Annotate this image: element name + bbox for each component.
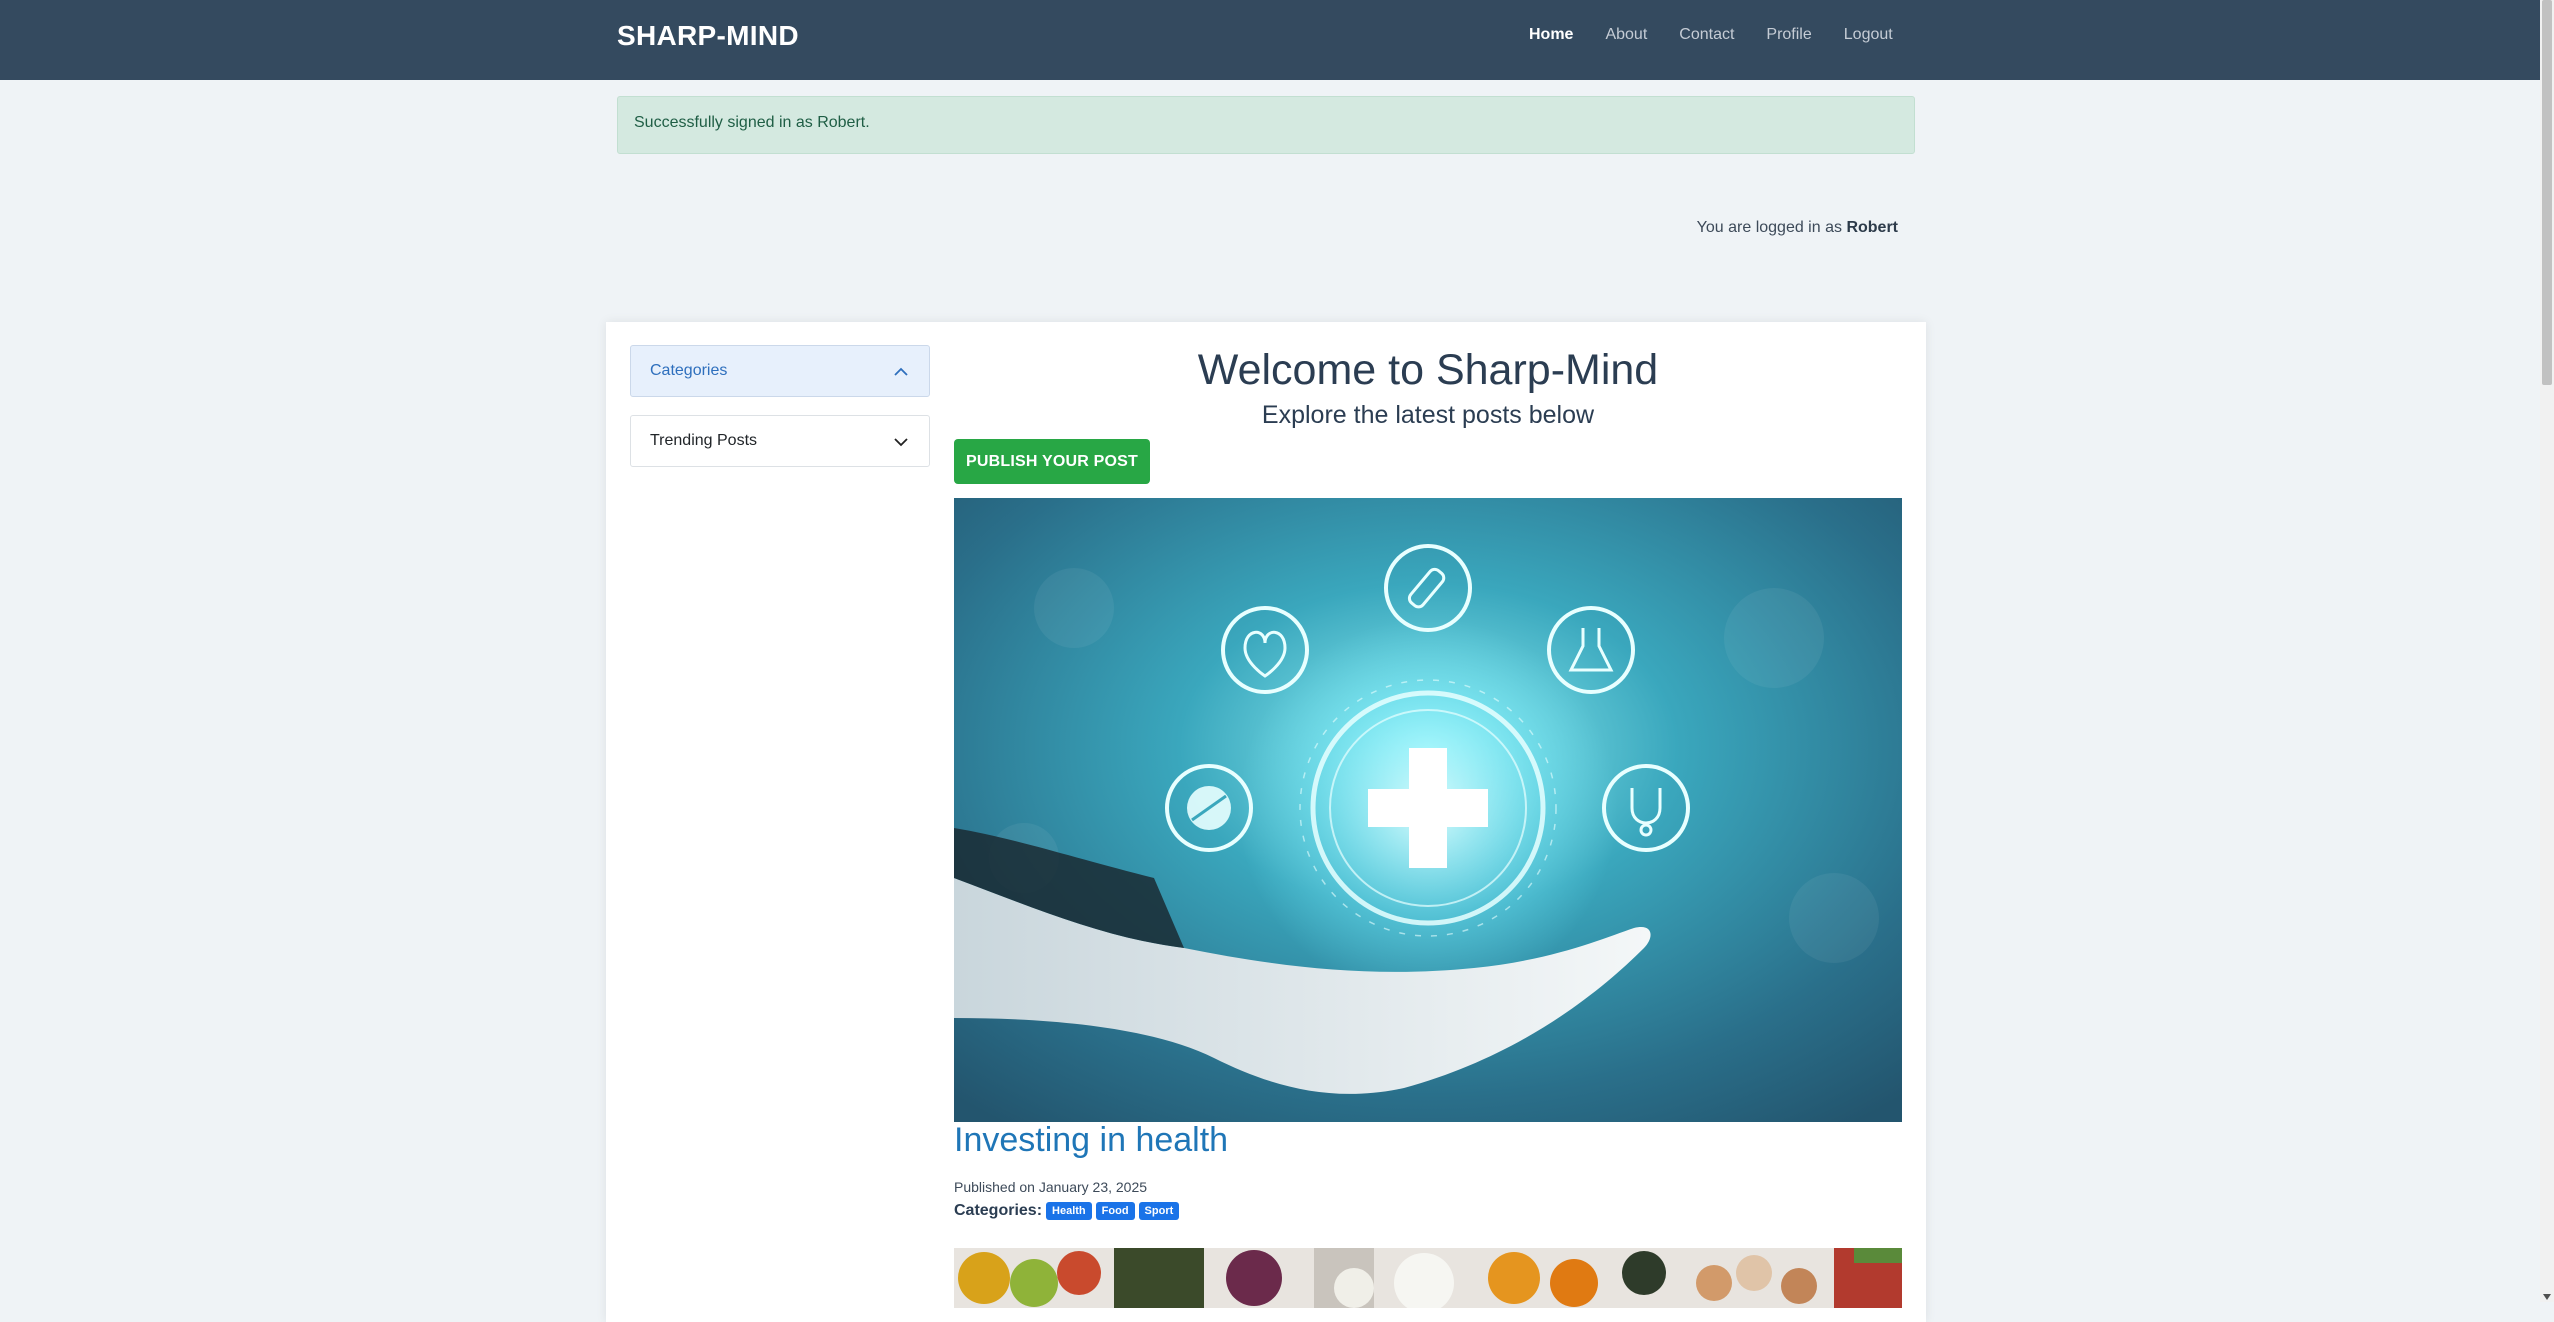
scroll-down-arrow-icon[interactable] [2543,1294,2551,1300]
nav-home-link[interactable]: Home [1529,26,1573,44]
login-status: You are logged in as Robert [1697,219,1898,237]
top-navbar: SHARP-MIND Home About Contact Profile Lo… [0,0,2540,80]
page-title: Welcome to Sharp-Mind [1197,346,1659,394]
category-badge-sport[interactable]: Sport [1138,1202,1180,1220]
page-subtitle: Explore the latest posts below [1261,401,1595,429]
post-categories: Categories: Health Food Sport [954,1202,1180,1220]
post-food-image[interactable] [954,1248,1902,1308]
sidebar-item-trending-posts[interactable]: Trending Posts [630,415,930,467]
scrollbar-thumb[interactable] [2542,0,2552,385]
category-badge-health[interactable]: Health [1046,1202,1092,1220]
main-nav: Home About Contact Profile Logout [1529,26,1925,44]
main-content: Welcome to Sharp-Mind Explore the latest… [954,322,1902,1308]
sidebar-item-label: Categories [650,362,728,379]
chevron-down-icon [894,438,908,447]
sidebar-item-categories[interactable]: Categories [630,345,930,397]
alert-message: Successfully signed in as Robert. [634,114,870,131]
sidebar-item-label: Trending Posts [650,432,758,449]
chevron-up-icon [894,367,908,376]
nav-profile-link[interactable]: Profile [1766,26,1811,44]
brand-logo[interactable]: SHARP-MIND [617,20,799,52]
post-categories-label: Categories: [954,1202,1043,1219]
post-date: Published on January 23, 2025 [954,1179,1148,1195]
nav-about-link[interactable]: About [1605,26,1647,44]
post-title-link[interactable]: Investing in health [954,1121,1228,1160]
nav-logout-link[interactable]: Logout [1844,26,1893,44]
login-status-prefix: You are logged in as [1696,219,1842,236]
content-card: Categories Trending Posts Welcome to Sha… [606,322,1926,1322]
nav-contact-link[interactable]: Contact [1679,26,1734,44]
publish-post-button[interactable]: PUBLISH YOUR POST [954,439,1150,484]
category-badge-food[interactable]: Food [1095,1202,1135,1220]
post-hero-image[interactable] [954,498,1902,1122]
success-alert: Successfully signed in as Robert. [617,96,1915,154]
page-scrollbar[interactable] [2540,0,2554,1302]
login-username: Robert [1846,219,1898,236]
